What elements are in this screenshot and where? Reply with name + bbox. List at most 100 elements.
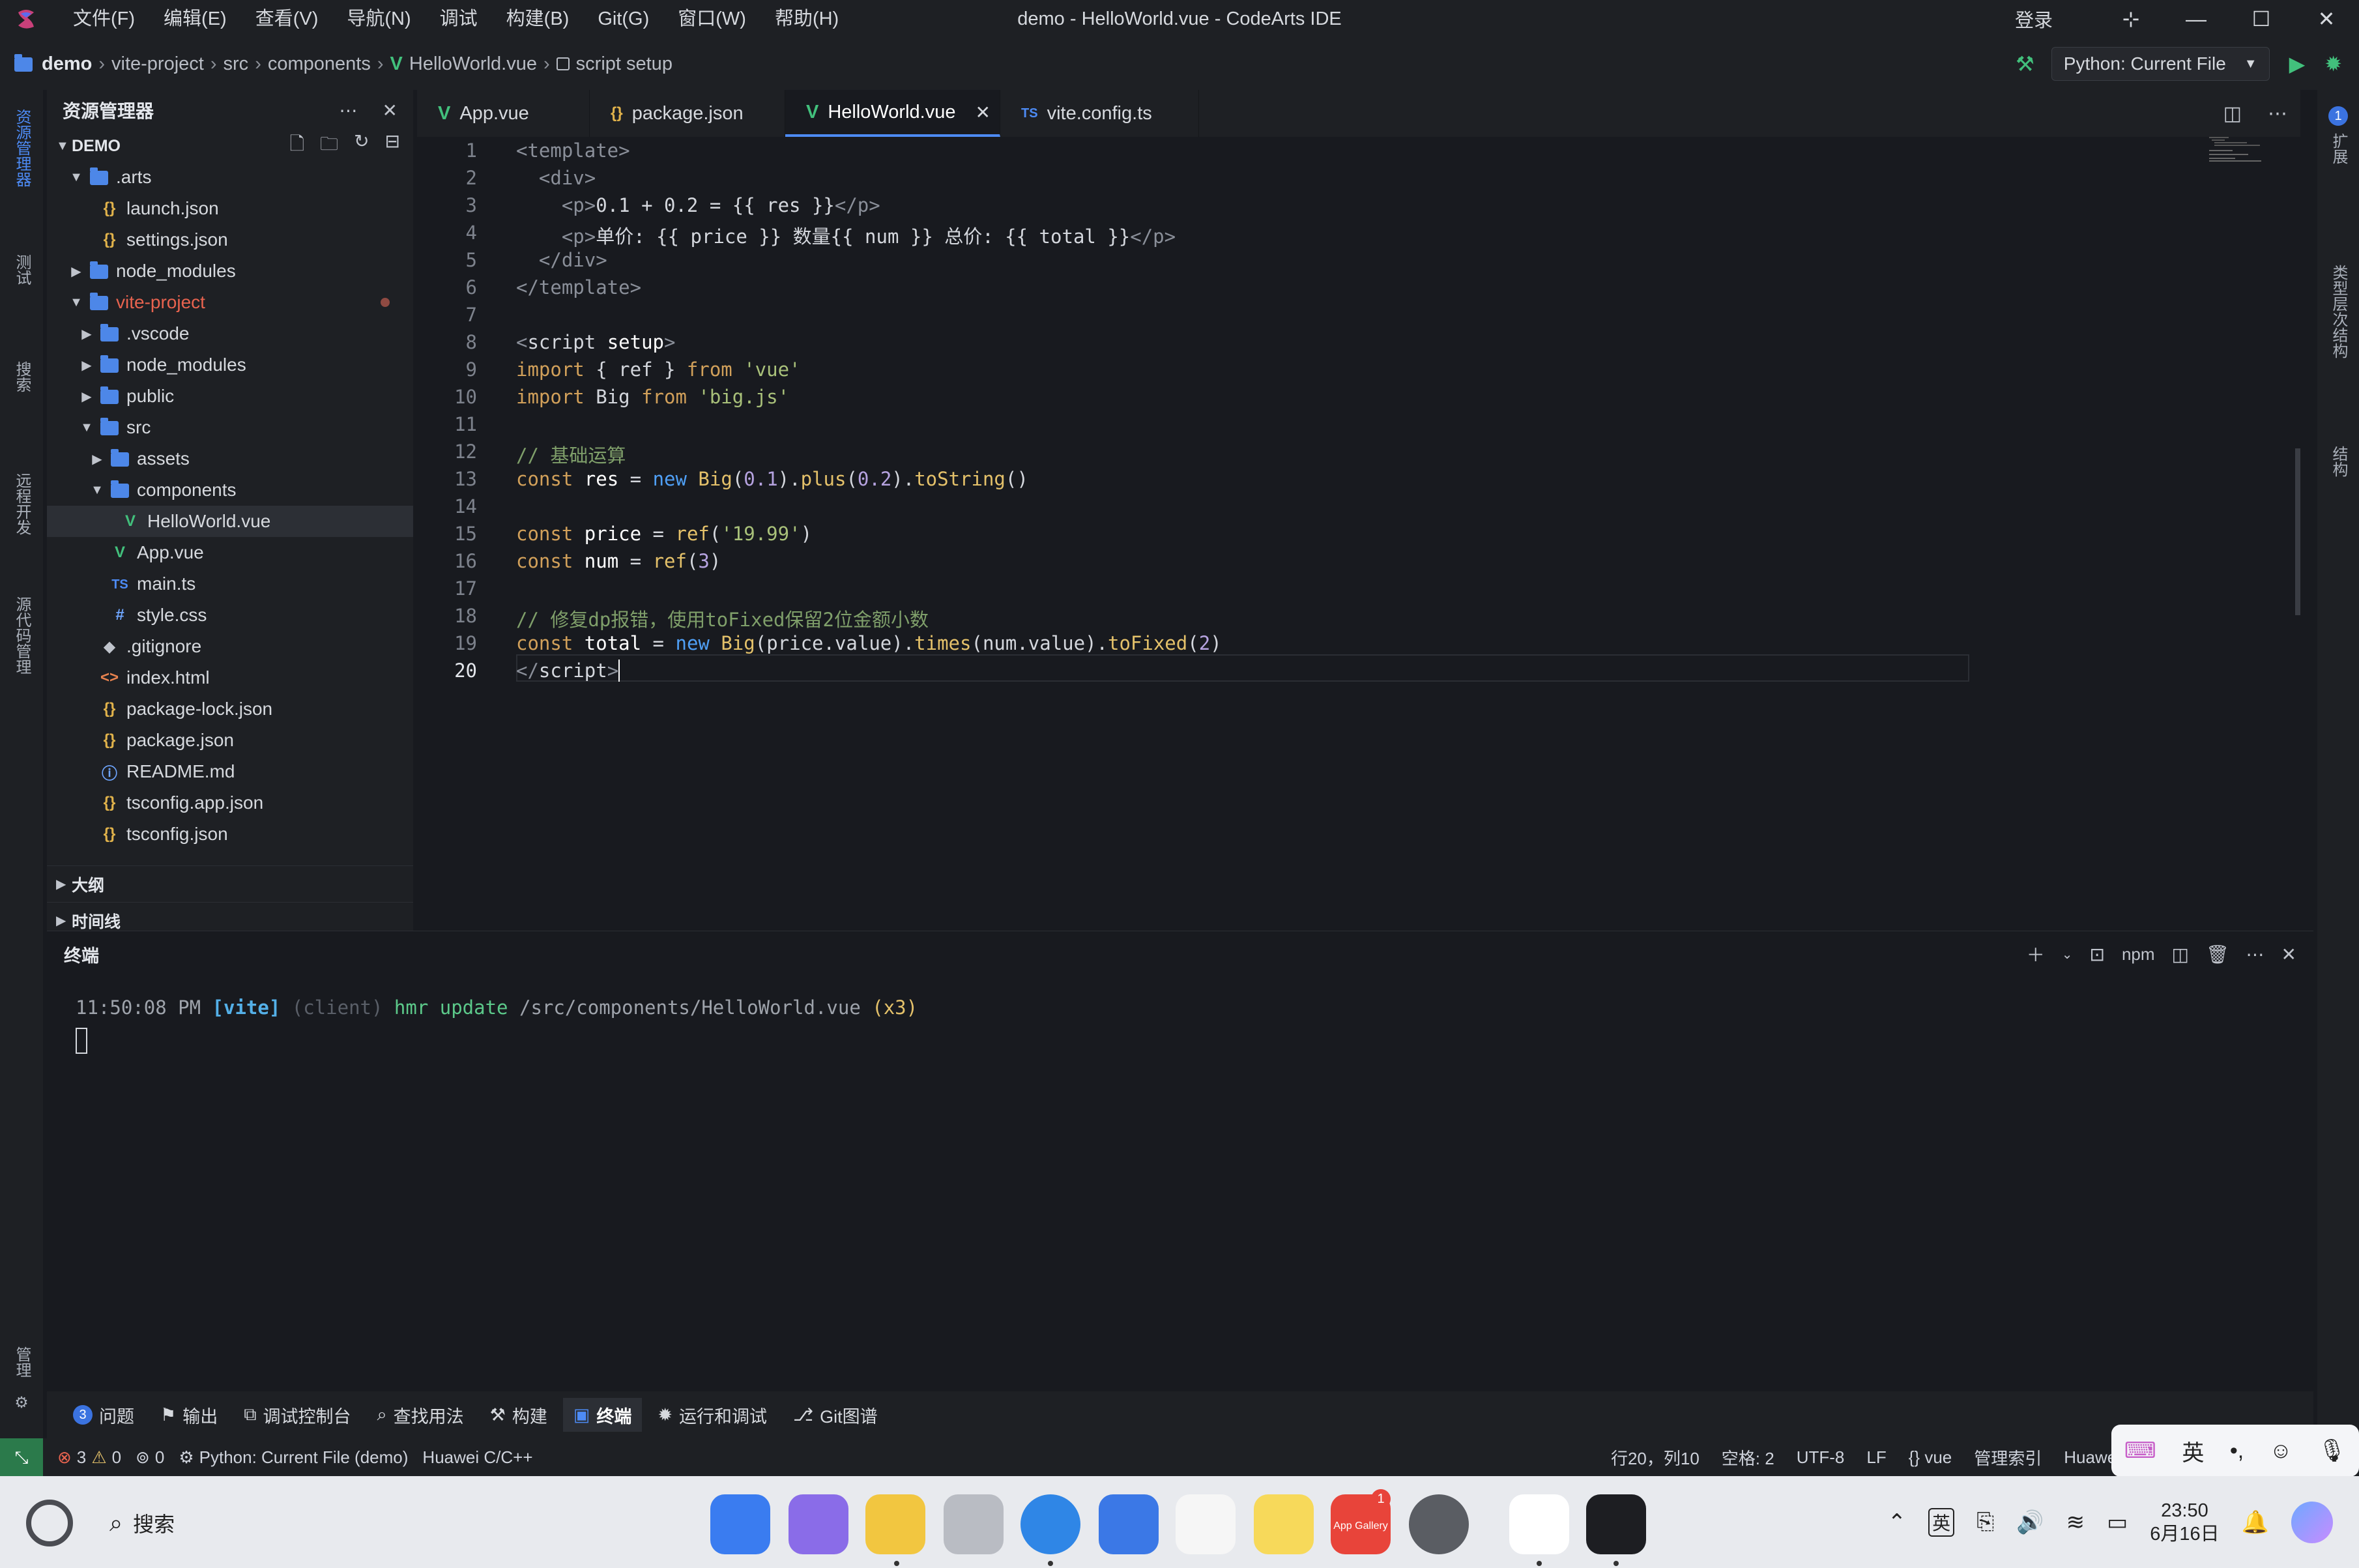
split-editor-icon[interactable]: ◫ [2223, 102, 2242, 125]
status-spaces[interactable]: 空格: 2 [1722, 1445, 1774, 1470]
tree-item[interactable]: # style.css [47, 600, 413, 631]
tray-ime[interactable]: 英 [1928, 1507, 1955, 1537]
terminal-app-icon[interactable] [1586, 1494, 1646, 1554]
status-run-config[interactable]: ⚙ Python: Current File (demo) [179, 1447, 408, 1468]
debug-icon[interactable]: ✹ [2324, 51, 2342, 76]
chevron-up-icon[interactable]: ⌃ [1888, 1509, 1907, 1535]
multitask-icon[interactable] [789, 1494, 848, 1554]
more-icon[interactable]: ⋯ [340, 100, 358, 121]
keyboard-icon[interactable]: ⌨ [2124, 1438, 2156, 1464]
trash-icon[interactable]: 🗑 [2206, 944, 2229, 965]
browser-icon[interactable] [1020, 1494, 1080, 1554]
activity-explorer[interactable]: 资源管理器 [5, 99, 38, 197]
close-tab-icon[interactable]: ✕ [975, 102, 990, 123]
terminal-shell-label[interactable]: npm [2122, 944, 2155, 965]
tree-item[interactable]: {} launch.json [47, 193, 413, 224]
menu-debug[interactable]: 调试 [426, 0, 492, 38]
tree-item[interactable]: ⓘ README.md [47, 756, 413, 787]
status-language[interactable]: {} vue [1909, 1447, 1952, 1468]
activity-search[interactable]: 搜索 [5, 351, 38, 403]
tab-output[interactable]: ⚑ 输出 [150, 1398, 228, 1432]
run-icon[interactable]: ▶ [2289, 51, 2306, 76]
tree-item[interactable]: {} settings.json [47, 224, 413, 255]
volume-icon[interactable]: 🔊 [2016, 1509, 2044, 1535]
explorer-root[interactable]: ▼ DEMO 🗋 🗀 ↻ ⊟ [47, 130, 413, 162]
notification-bell-icon[interactable]: 🔔 [2242, 1509, 2269, 1535]
activity-remote[interactable]: 远程开发 [5, 455, 38, 553]
code-editor[interactable]: 1 2 3 4 5 6 7 8 9 10 11 12 13 14 15 16 17 18 19 20 <templat… [417, 137, 2300, 931]
battery-icon[interactable]: ▭ [2107, 1509, 2128, 1535]
right-activity-structure[interactable]: 结构 [2322, 396, 2354, 527]
status-toolchain[interactable]: Huawei C/C++ [422, 1447, 532, 1468]
right-activity-type-hierarchy[interactable]: 类型层次结构 [2322, 227, 2354, 396]
tree-item[interactable]: <> index.html [47, 662, 413, 693]
menu-file[interactable]: 文件(F) [59, 0, 149, 38]
emoji-icon[interactable]: ☺ [2270, 1438, 2293, 1464]
remote-icon[interactable]: ⤡ [0, 1438, 43, 1476]
activity-scm[interactable]: 源代码管理 [5, 587, 38, 684]
editor-scrollbar[interactable] [2295, 448, 2300, 615]
menu-build[interactable]: 构建(B) [492, 0, 584, 38]
tree-item[interactable]: ◆ .gitignore [47, 631, 413, 662]
settings-icon[interactable] [1409, 1494, 1469, 1554]
status-encoding[interactable]: UTF-8 [1797, 1447, 1845, 1468]
taskbar-search[interactable]: ⌕ 搜索 [109, 1505, 175, 1541]
status-problems[interactable]: ⊗ 3 ⚠ 0 [57, 1447, 121, 1468]
tree-item[interactable]: ▶ node_modules [47, 255, 413, 287]
outline-section[interactable]: ▶ 大纲 [47, 865, 413, 902]
clipboard-icon[interactable]: ⎘ [1976, 1509, 1994, 1535]
right-activity-extensions[interactable]: 扩展 [2322, 123, 2354, 175]
menu-edit[interactable]: 编辑(E) [149, 0, 241, 38]
wifi-icon[interactable]: ≋ [2066, 1509, 2085, 1535]
chevron-down-icon[interactable]: ⌄ [2062, 946, 2073, 963]
collapse-icon[interactable]: ⊟ [385, 130, 400, 162]
tree-item[interactable]: ▶ node_modules [47, 349, 413, 381]
login-button[interactable]: 登录 [2015, 5, 2053, 33]
assistant-icon[interactable] [2291, 1501, 2333, 1543]
tree-item[interactable]: TS main.ts [47, 568, 413, 600]
split-terminal-icon[interactable]: ◫ [2172, 944, 2189, 965]
hammer-icon[interactable]: ⚒ [2016, 51, 2034, 76]
status-position[interactable]: 行20，列10 [1611, 1445, 1700, 1470]
close-window-icon[interactable]: ✕ [2294, 7, 2359, 31]
activity-test[interactable]: 测试 [5, 244, 38, 296]
breadcrumb-src[interactable]: src [224, 53, 249, 75]
tree-item[interactable]: {} package.json [47, 725, 413, 756]
menu-window[interactable]: 窗口(W) [663, 0, 760, 38]
status-eol[interactable]: LF [1866, 1447, 1886, 1468]
notes-icon[interactable] [1254, 1494, 1314, 1554]
codearts-app-icon[interactable] [1509, 1494, 1569, 1554]
punctuation-icon[interactable]: •, [2230, 1438, 2244, 1464]
breadcrumb-file[interactable]: HelloWorld.vue [409, 53, 537, 75]
tree-item[interactable]: ▼ vite-project [47, 287, 413, 318]
tree-item[interactable]: ▼ .arts [47, 162, 413, 193]
new-file-icon[interactable]: 🗋 [290, 130, 305, 162]
tree-item[interactable]: ▼ src [47, 412, 413, 443]
tree-item[interactable]: ▶ public [47, 381, 413, 412]
tree-item[interactable]: {} tsconfig.app.json [47, 787, 413, 819]
menu-view[interactable]: 查看(V) [241, 0, 333, 38]
tree-item[interactable]: ▶ assets [47, 443, 413, 474]
gear-icon[interactable]: ⚙ [5, 1387, 38, 1426]
tree-item[interactable]: V App.vue [47, 537, 413, 568]
add-terminal-icon[interactable]: ＋ [2027, 941, 2045, 967]
files-icon[interactable] [865, 1494, 925, 1554]
photos-icon[interactable] [1176, 1494, 1236, 1554]
menu-navigate[interactable]: 导航(N) [332, 0, 425, 38]
breadcrumb-vite-project[interactable]: vite-project [111, 53, 204, 75]
tab-find-usages[interactable]: ⌕ 查找用法 [367, 1398, 474, 1432]
status-ports[interactable]: ⊚ 0 [136, 1447, 164, 1468]
microphone-icon[interactable]: 🎙 [2318, 1438, 2346, 1464]
tab-problems[interactable]: 3 问题 [63, 1398, 145, 1432]
tab-debug-console[interactable]: ⧉ 调试控制台 [233, 1398, 361, 1432]
refresh-icon[interactable]: ↻ [354, 130, 369, 162]
breadcrumb-demo[interactable]: demo [42, 53, 92, 75]
more-icon[interactable]: ⋯ [2268, 102, 2287, 125]
status-index[interactable]: 管理索引 [1974, 1445, 2042, 1470]
tab-app-vue[interactable]: V App.vue [417, 90, 590, 137]
close-icon[interactable]: ✕ [383, 100, 398, 121]
breadcrumb-components[interactable]: components [268, 53, 371, 75]
activity-manage[interactable]: 管理 [5, 1336, 38, 1388]
ime-mode[interactable]: 英 [2182, 1435, 2204, 1467]
menu-help[interactable]: 帮助(H) [760, 0, 853, 38]
